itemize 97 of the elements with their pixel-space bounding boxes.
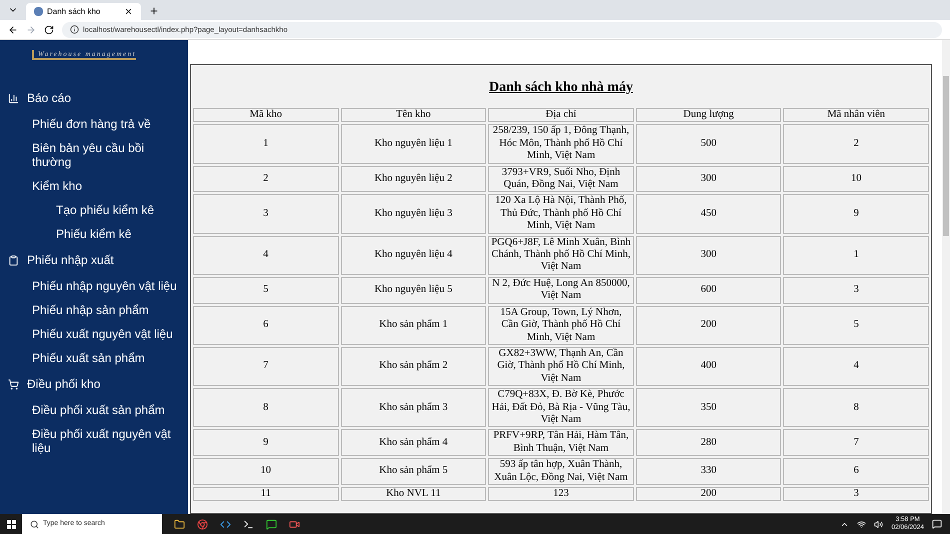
code-editor-icon[interactable]	[220, 518, 231, 530]
table-cell: 10	[193, 458, 339, 485]
sidebar-item[interactable]: Điều phối xuất nguyên vật liệu	[0, 422, 188, 460]
table-cell: 280	[636, 429, 782, 456]
table-cell: Kho nguyên liệu 5	[340, 276, 486, 304]
new-tab-icon[interactable]	[149, 6, 159, 16]
sidebar-item[interactable]: Phiếu nhập nguyên vật liệu	[0, 274, 188, 298]
table-cell: 6	[783, 458, 929, 485]
page-title: Danh sách kho nhà máy	[488, 79, 634, 97]
section-icon	[8, 378, 19, 390]
forward-icon[interactable]	[26, 24, 36, 34]
terminal-icon[interactable]	[243, 518, 254, 530]
table-cell: 4	[783, 346, 929, 386]
sidebar-section[interactable]: Báo cáo	[0, 84, 188, 112]
volume-icon[interactable]	[874, 520, 884, 528]
sidebar-item[interactable]: Phiếu đơn hàng trả về	[0, 112, 188, 136]
sidebar-item[interactable]: Phiếu nhập sản phẩm	[0, 298, 188, 322]
table-cell: Kho nguyên liệu 1	[340, 124, 486, 164]
sidebar-item[interactable]: Kiểm kho	[0, 174, 188, 198]
table-cell: 5	[783, 306, 929, 345]
sidebar-item[interactable]: Điều phối xuất sản phẩm	[0, 398, 188, 422]
chat-icon[interactable]	[266, 518, 277, 530]
table-cell: 1	[193, 124, 339, 164]
table-cell: 2	[193, 166, 339, 192]
table-cell: 11	[193, 486, 339, 502]
column-header: Mã kho	[193, 108, 339, 122]
table-cell: 2	[783, 124, 929, 164]
wifi-icon[interactable]	[857, 520, 866, 528]
reload-icon[interactable]	[44, 24, 54, 34]
table-cell: 7	[193, 346, 339, 386]
column-header: Địa chỉ	[488, 108, 634, 122]
table-cell: Kho sản phẩm 3	[340, 388, 486, 428]
table-cell: 8	[193, 388, 339, 428]
section-icon	[8, 254, 19, 266]
scrollbar[interactable]	[942, 40, 950, 514]
table-cell: 4	[193, 236, 339, 275]
table-cell: 500	[636, 124, 782, 164]
sidebar-item[interactable]: Phiếu xuất sản phẩm	[0, 346, 188, 370]
table-cell: 5	[193, 276, 339, 304]
table-cell: 1	[783, 236, 929, 275]
table-cell: 300	[636, 166, 782, 192]
table-cell: 3793+VR9, Suối Nho, Định Quán, Đồng Nai, Việt Nam	[488, 166, 634, 192]
back-icon[interactable]	[8, 24, 18, 34]
sidebar-section[interactable]: Điều phối kho	[0, 370, 188, 398]
table-cell: 123	[488, 486, 634, 502]
column-header: Tên kho	[340, 108, 486, 122]
table-cell: 593 ấp tân hợp, Xuân Thành, Xuân Lộc, Đồng Nai, Việt Nam	[488, 458, 634, 485]
table-cell: Kho sản phẩm 1	[340, 306, 486, 345]
table-cell: 3	[193, 194, 339, 234]
table-cell: PRFV+9RP, Tân Hải, Hàm Tân, Bình Thuận, Việt Nam	[488, 429, 634, 456]
table-cell: 400	[636, 346, 782, 386]
section-icon	[8, 92, 19, 104]
sidebar-section[interactable]: Phiếu nhập xuất	[0, 246, 188, 274]
table-cell: 9	[783, 194, 929, 234]
table-cell: 9	[193, 429, 339, 456]
table-cell: PGQ6+J8F, Lê Minh Xuân, Bình Chánh, Thành phố Hồ Chí Minh, Việt Nam	[488, 236, 634, 275]
table-cell: 120 Xa Lộ Hà Nội, Thành Phố, Thủ Đức, Thành phố Hồ Chí Minh, Việt Nam	[488, 194, 634, 234]
table-cell: 8	[783, 388, 929, 428]
table-cell: 15A Group, Town, Lý Nhơn, Cần Giờ, Thành phố Hồ Chí Minh, Việt Nam	[488, 306, 634, 345]
sidebar-subitem[interactable]: Tạo phiếu kiểm kê	[0, 198, 188, 222]
favicon-icon	[34, 7, 43, 16]
column-header: Mã nhân viên	[783, 108, 929, 122]
table-cell: GX82+3WW, Thạnh An, Cần Giờ, Thành phố Hồ Chí Minh, Việt Nam	[488, 346, 634, 386]
table-cell: 3	[783, 276, 929, 304]
column-header: Dung lượng	[636, 108, 782, 122]
search-icon	[30, 520, 39, 528]
table-cell: 200	[636, 306, 782, 345]
table-cell: Kho NVL 11	[340, 486, 486, 502]
notification-icon[interactable]	[932, 519, 942, 529]
table-cell: Kho nguyên liệu 2	[340, 166, 486, 192]
folder-icon[interactable]	[174, 518, 185, 530]
table-cell: 6	[193, 306, 339, 345]
table-cell: 450	[636, 194, 782, 234]
table-cell: 330	[636, 458, 782, 485]
video-icon[interactable]	[289, 518, 300, 530]
table-cell: Kho nguyên liệu 4	[340, 236, 486, 275]
table-cell: Kho sản phẩm 2	[340, 346, 486, 386]
table-cell: 258/239, 150 ấp 1, Đông Thạnh, Hóc Môn, Thành phố Hồ Chí Minh, Việt Nam	[488, 124, 634, 164]
table-cell: 200	[636, 486, 782, 502]
table-cell: Kho nguyên liệu 3	[340, 194, 486, 234]
table-cell: N 2, Đức Huệ, Long An 850000, Việt Nam	[488, 276, 634, 304]
browser-tab[interactable]: Danh sách kho	[26, 3, 141, 20]
table-cell: 10	[783, 166, 929, 192]
sidebar-item[interactable]: Phiếu xuất nguyên vật liệu	[0, 322, 188, 346]
browser-icon[interactable]	[197, 518, 208, 530]
table-cell: 300	[636, 236, 782, 275]
table-cell: 7	[783, 429, 929, 456]
table-cell: Kho sản phẩm 5	[340, 458, 486, 485]
table-cell: 3	[783, 486, 929, 502]
table-cell: C79Q+83X, Đ. Bờ Kè, Phước Hải, Đất Đỏ, Bà Rịa - Vũng Tàu, Việt Nam	[488, 388, 634, 428]
info-icon	[70, 25, 79, 34]
table-cell: 600	[636, 276, 782, 304]
table-cell: Kho sản phẩm 4	[340, 429, 486, 456]
table-cell: 350	[636, 388, 782, 428]
close-icon[interactable]	[124, 7, 133, 16]
sidebar-item[interactable]: Biên bản yêu cầu bồi thường	[0, 136, 188, 174]
sidebar-subitem[interactable]: Phiếu kiểm kê	[0, 222, 188, 246]
